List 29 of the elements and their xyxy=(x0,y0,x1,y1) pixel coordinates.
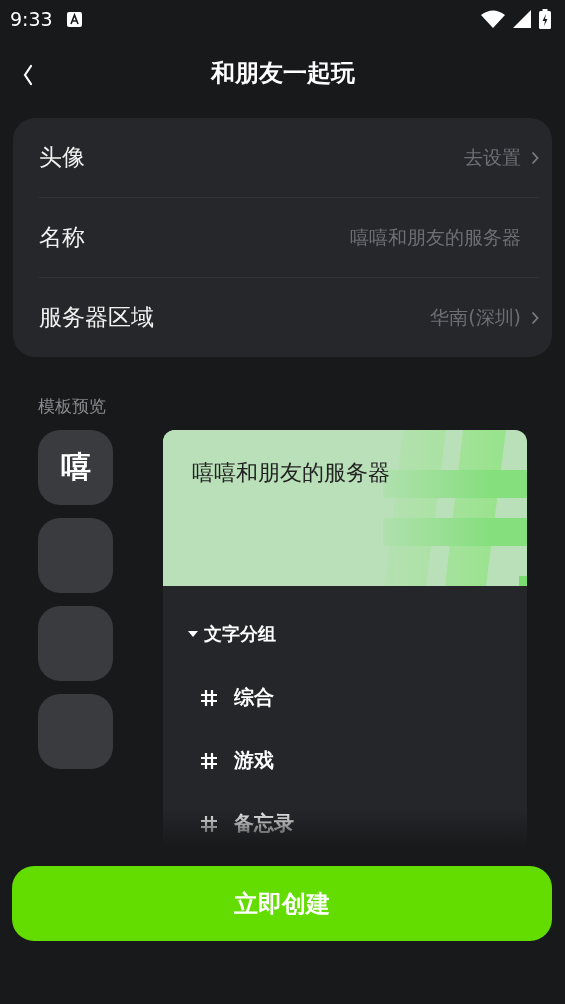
setting-label: 服务器区域 xyxy=(39,303,154,332)
template-thumbnail[interactable] xyxy=(38,518,113,593)
back-icon xyxy=(22,64,34,86)
battery-icon xyxy=(539,9,551,29)
setting-label: 名称 xyxy=(39,223,85,252)
status-time: 9:33 xyxy=(10,8,53,30)
hash-icon xyxy=(200,814,218,833)
template-thumbnail[interactable] xyxy=(38,606,113,681)
section-heading: 模板预览 xyxy=(38,395,107,418)
settings-row[interactable]: 服务器区域 华南(深圳) xyxy=(39,278,539,357)
hash-icon xyxy=(200,751,218,770)
keyboard-notification-icon xyxy=(66,11,82,27)
server-name: 嘻嘻和朋友的服务器 xyxy=(191,459,390,487)
template-thumbnail[interactable] xyxy=(38,694,113,769)
setting-value: 嘻嘻和朋友的服务器 xyxy=(350,224,521,250)
setting-value: 华南(深圳) xyxy=(430,304,521,330)
signal-icon xyxy=(513,10,531,28)
channel-item[interactable]: 游戏 xyxy=(188,729,527,792)
channel-group-header[interactable]: 文字分组 xyxy=(188,622,527,646)
template-thumbnail[interactable]: 嘻 xyxy=(38,430,113,505)
setting-label: 头像 xyxy=(39,143,85,172)
setting-value: 去设置 xyxy=(464,144,521,170)
page-title: 和朋友一起玩 xyxy=(210,58,355,89)
wifi-icon xyxy=(481,10,505,28)
settings-row[interactable]: 头像 去设置 xyxy=(39,118,539,198)
settings-row[interactable]: 名称 嘻嘻和朋友的服务器 xyxy=(39,198,539,278)
hash-icon xyxy=(200,688,218,707)
channel-item[interactable]: 综合 xyxy=(188,666,527,729)
channel-item[interactable]: 备忘录 xyxy=(188,792,527,848)
